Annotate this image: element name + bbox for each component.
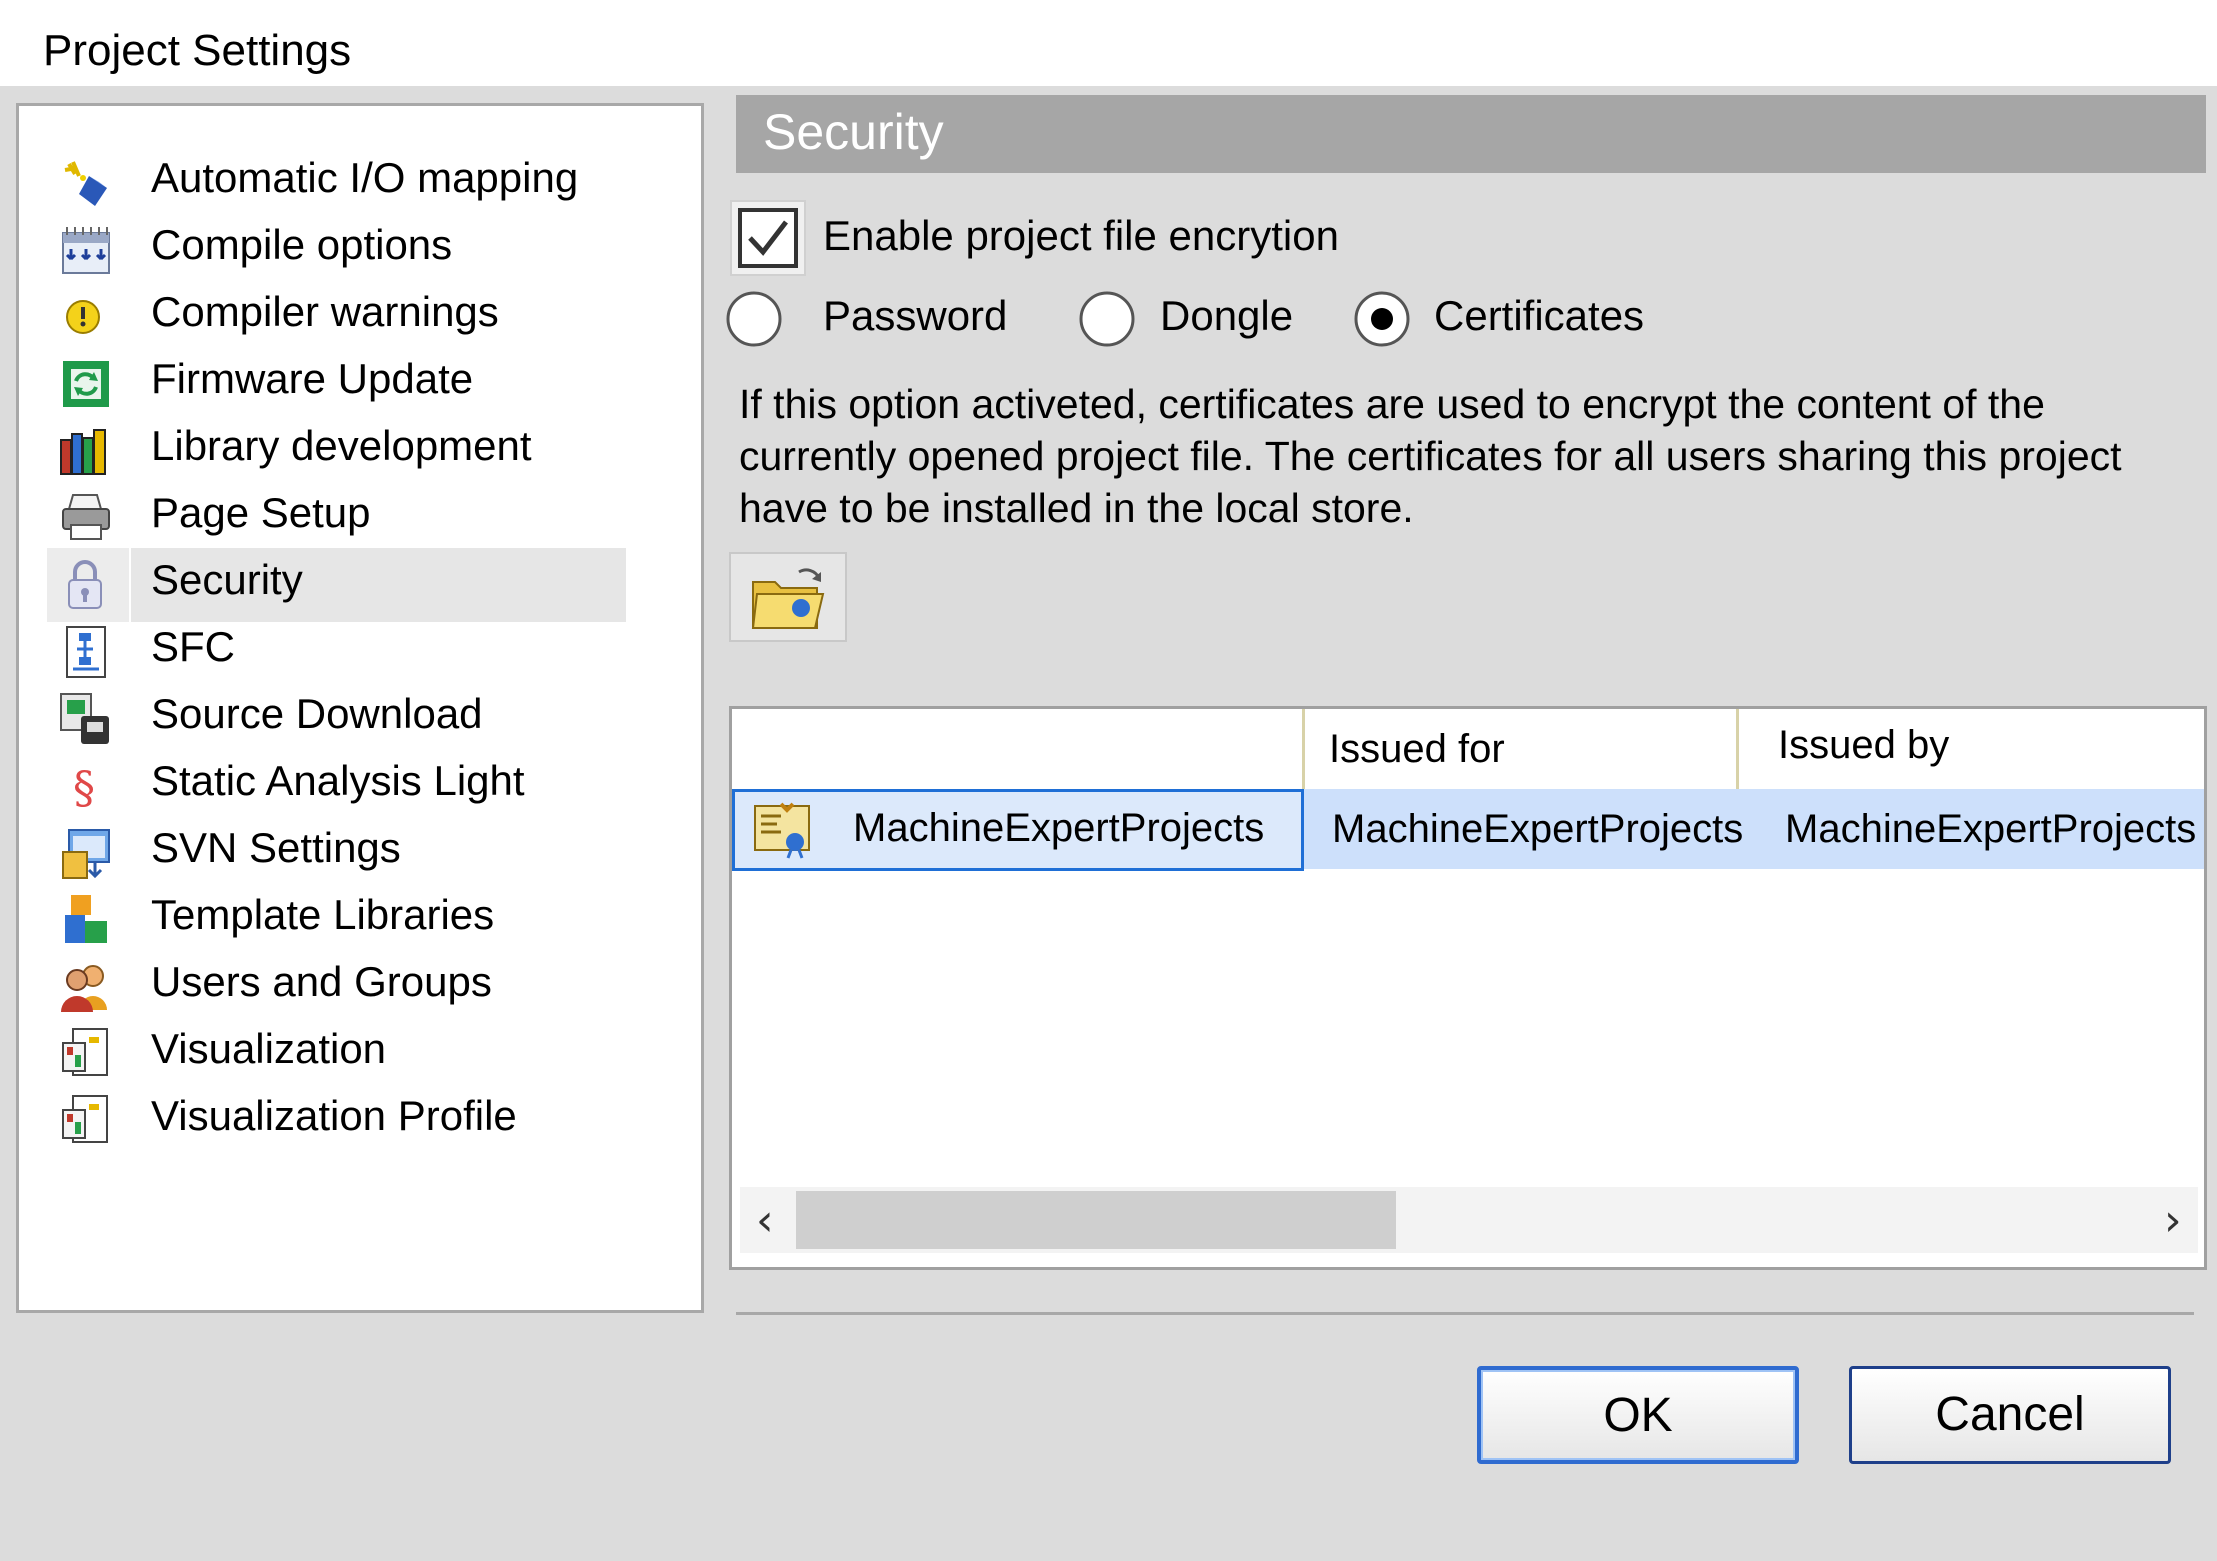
cancel-button[interactable]: Cancel [1849, 1366, 2171, 1464]
sidebar-item-label: Visualization [151, 1025, 387, 1072]
footer-divider [736, 1312, 2194, 1315]
io-mapping-icon [64, 161, 107, 206]
checkmark-icon [738, 208, 798, 268]
scroll-left-arrow[interactable]: ‹ [756, 1195, 774, 1246]
section-title: Security [763, 104, 944, 160]
sidebar-item-label: Security [151, 556, 303, 603]
firmware-update-icon [63, 361, 109, 407]
scrollbar-thumb[interactable] [796, 1191, 1396, 1249]
library-development-icon [60, 429, 106, 475]
visualization-icon [62, 1028, 108, 1076]
sidebar-item-automatic-io-mapping[interactable]: Automatic I/O mapping [39, 146, 629, 212]
sidebar-item-label: Library development [151, 422, 532, 469]
certificate-name: MachineExpertProjects [853, 806, 1265, 850]
settings-category-list: Automatic I/O mapping Compile options Co… [16, 103, 704, 1313]
horizontal-scrollbar[interactable]: ‹ › [740, 1187, 2198, 1253]
title-bar: Project Settings [0, 0, 2217, 86]
dongle-radio[interactable] [1078, 290, 1136, 348]
sidebar-item-label: Automatic I/O mapping [151, 154, 579, 201]
sidebar-item-label: Page Setup [151, 489, 371, 536]
sidebar-item-visualization-profile[interactable]: Visualization Profile [39, 1084, 629, 1150]
certificates-table: Issued for Issued by MachineExpertProjec… [729, 706, 2207, 1270]
sidebar-item-label: Users and Groups [151, 958, 492, 1005]
sidebar-item-label: SFC [151, 623, 235, 670]
sidebar-item-label: Compile options [151, 221, 453, 268]
sidebar-item-library-development[interactable]: Library development [39, 414, 629, 480]
sidebar-item-label: Template Libraries [151, 891, 495, 938]
svn-settings-icon [62, 829, 110, 879]
table-row[interactable]: MachineExpertProjects MachineExpertProje… [732, 789, 2204, 871]
sidebar-item-static-analysis-light[interactable]: § Static Analysis Light [39, 749, 629, 815]
section-header: Security [736, 95, 2206, 173]
static-analysis-icon: § [73, 763, 95, 813]
table-cell-name[interactable]: MachineExpertProjects [732, 789, 1304, 871]
password-radio[interactable] [725, 290, 783, 348]
sidebar-item-label: SVN Settings [151, 824, 401, 871]
compile-options-icon [62, 227, 110, 274]
sidebar-item-users-and-groups[interactable]: Users and Groups [39, 950, 629, 1016]
column-header-issued-by[interactable]: Issued by [1778, 723, 1949, 768]
sidebar-item-svn-settings[interactable]: SVN Settings [39, 816, 629, 882]
column-header-issued-for[interactable]: Issued for [1329, 727, 1505, 772]
svg-text:§: § [73, 763, 95, 813]
users-groups-icon [61, 965, 107, 1012]
password-radio-label: Password [823, 292, 1008, 339]
enable-encryption-label: Enable project file encrytion [823, 212, 1339, 259]
encryption-description: If this option activeted, certificates a… [739, 381, 2122, 531]
sidebar-item-visualization[interactable]: Visualization [39, 1017, 629, 1083]
open-folder-icon [751, 568, 825, 629]
sidebar-item-label: Firmware Update [151, 355, 474, 402]
sfc-icon [66, 626, 106, 678]
scroll-right-arrow[interactable]: › [2164, 1195, 2182, 1246]
certificate-issued-for: MachineExpertProjects [1332, 807, 1744, 851]
window-title: Project Settings [43, 26, 352, 75]
sidebar-item-source-download[interactable]: Source Download [39, 682, 629, 748]
sidebar-item-label: Source Download [151, 690, 483, 737]
sidebar-item-label: Static Analysis Light [151, 757, 525, 804]
certificates-radio[interactable] [1353, 290, 1411, 348]
sidebar-item-template-libraries[interactable]: Template Libraries [39, 883, 629, 949]
sidebar-item-label: Visualization Profile [151, 1092, 517, 1139]
sidebar-item-compiler-warnings[interactable]: Compiler warnings [39, 280, 629, 346]
certificate-icon [754, 802, 810, 859]
ok-button[interactable]: OK [1477, 1366, 1799, 1464]
printer-icon [62, 494, 110, 540]
sidebar-item-security[interactable]: Security [39, 548, 629, 622]
column-separator[interactable] [1302, 709, 1305, 789]
sidebar-item-sfc[interactable]: SFC [39, 615, 629, 681]
certificates-radio-label: Certificates [1434, 292, 1645, 339]
sidebar-item-firmware-update[interactable]: Firmware Update [39, 347, 629, 413]
certificate-issued-by: MachineExpertProjects [1785, 807, 2197, 851]
sidebar-item-compile-options[interactable]: Compile options [39, 213, 629, 279]
sidebar-item-label: Compiler warnings [151, 288, 499, 335]
browse-certificates-button[interactable] [729, 552, 847, 642]
enable-encryption-checkbox[interactable] [730, 200, 806, 276]
column-separator[interactable] [1736, 709, 1739, 789]
compiler-warnings-icon [66, 300, 100, 334]
lock-icon [68, 560, 102, 609]
template-libraries-icon [65, 895, 107, 943]
dongle-radio-label: Dongle [1160, 292, 1294, 339]
source-download-icon [60, 693, 109, 744]
visualization-profile-icon [62, 1095, 108, 1143]
sidebar-item-page-setup[interactable]: Page Setup [39, 481, 629, 547]
